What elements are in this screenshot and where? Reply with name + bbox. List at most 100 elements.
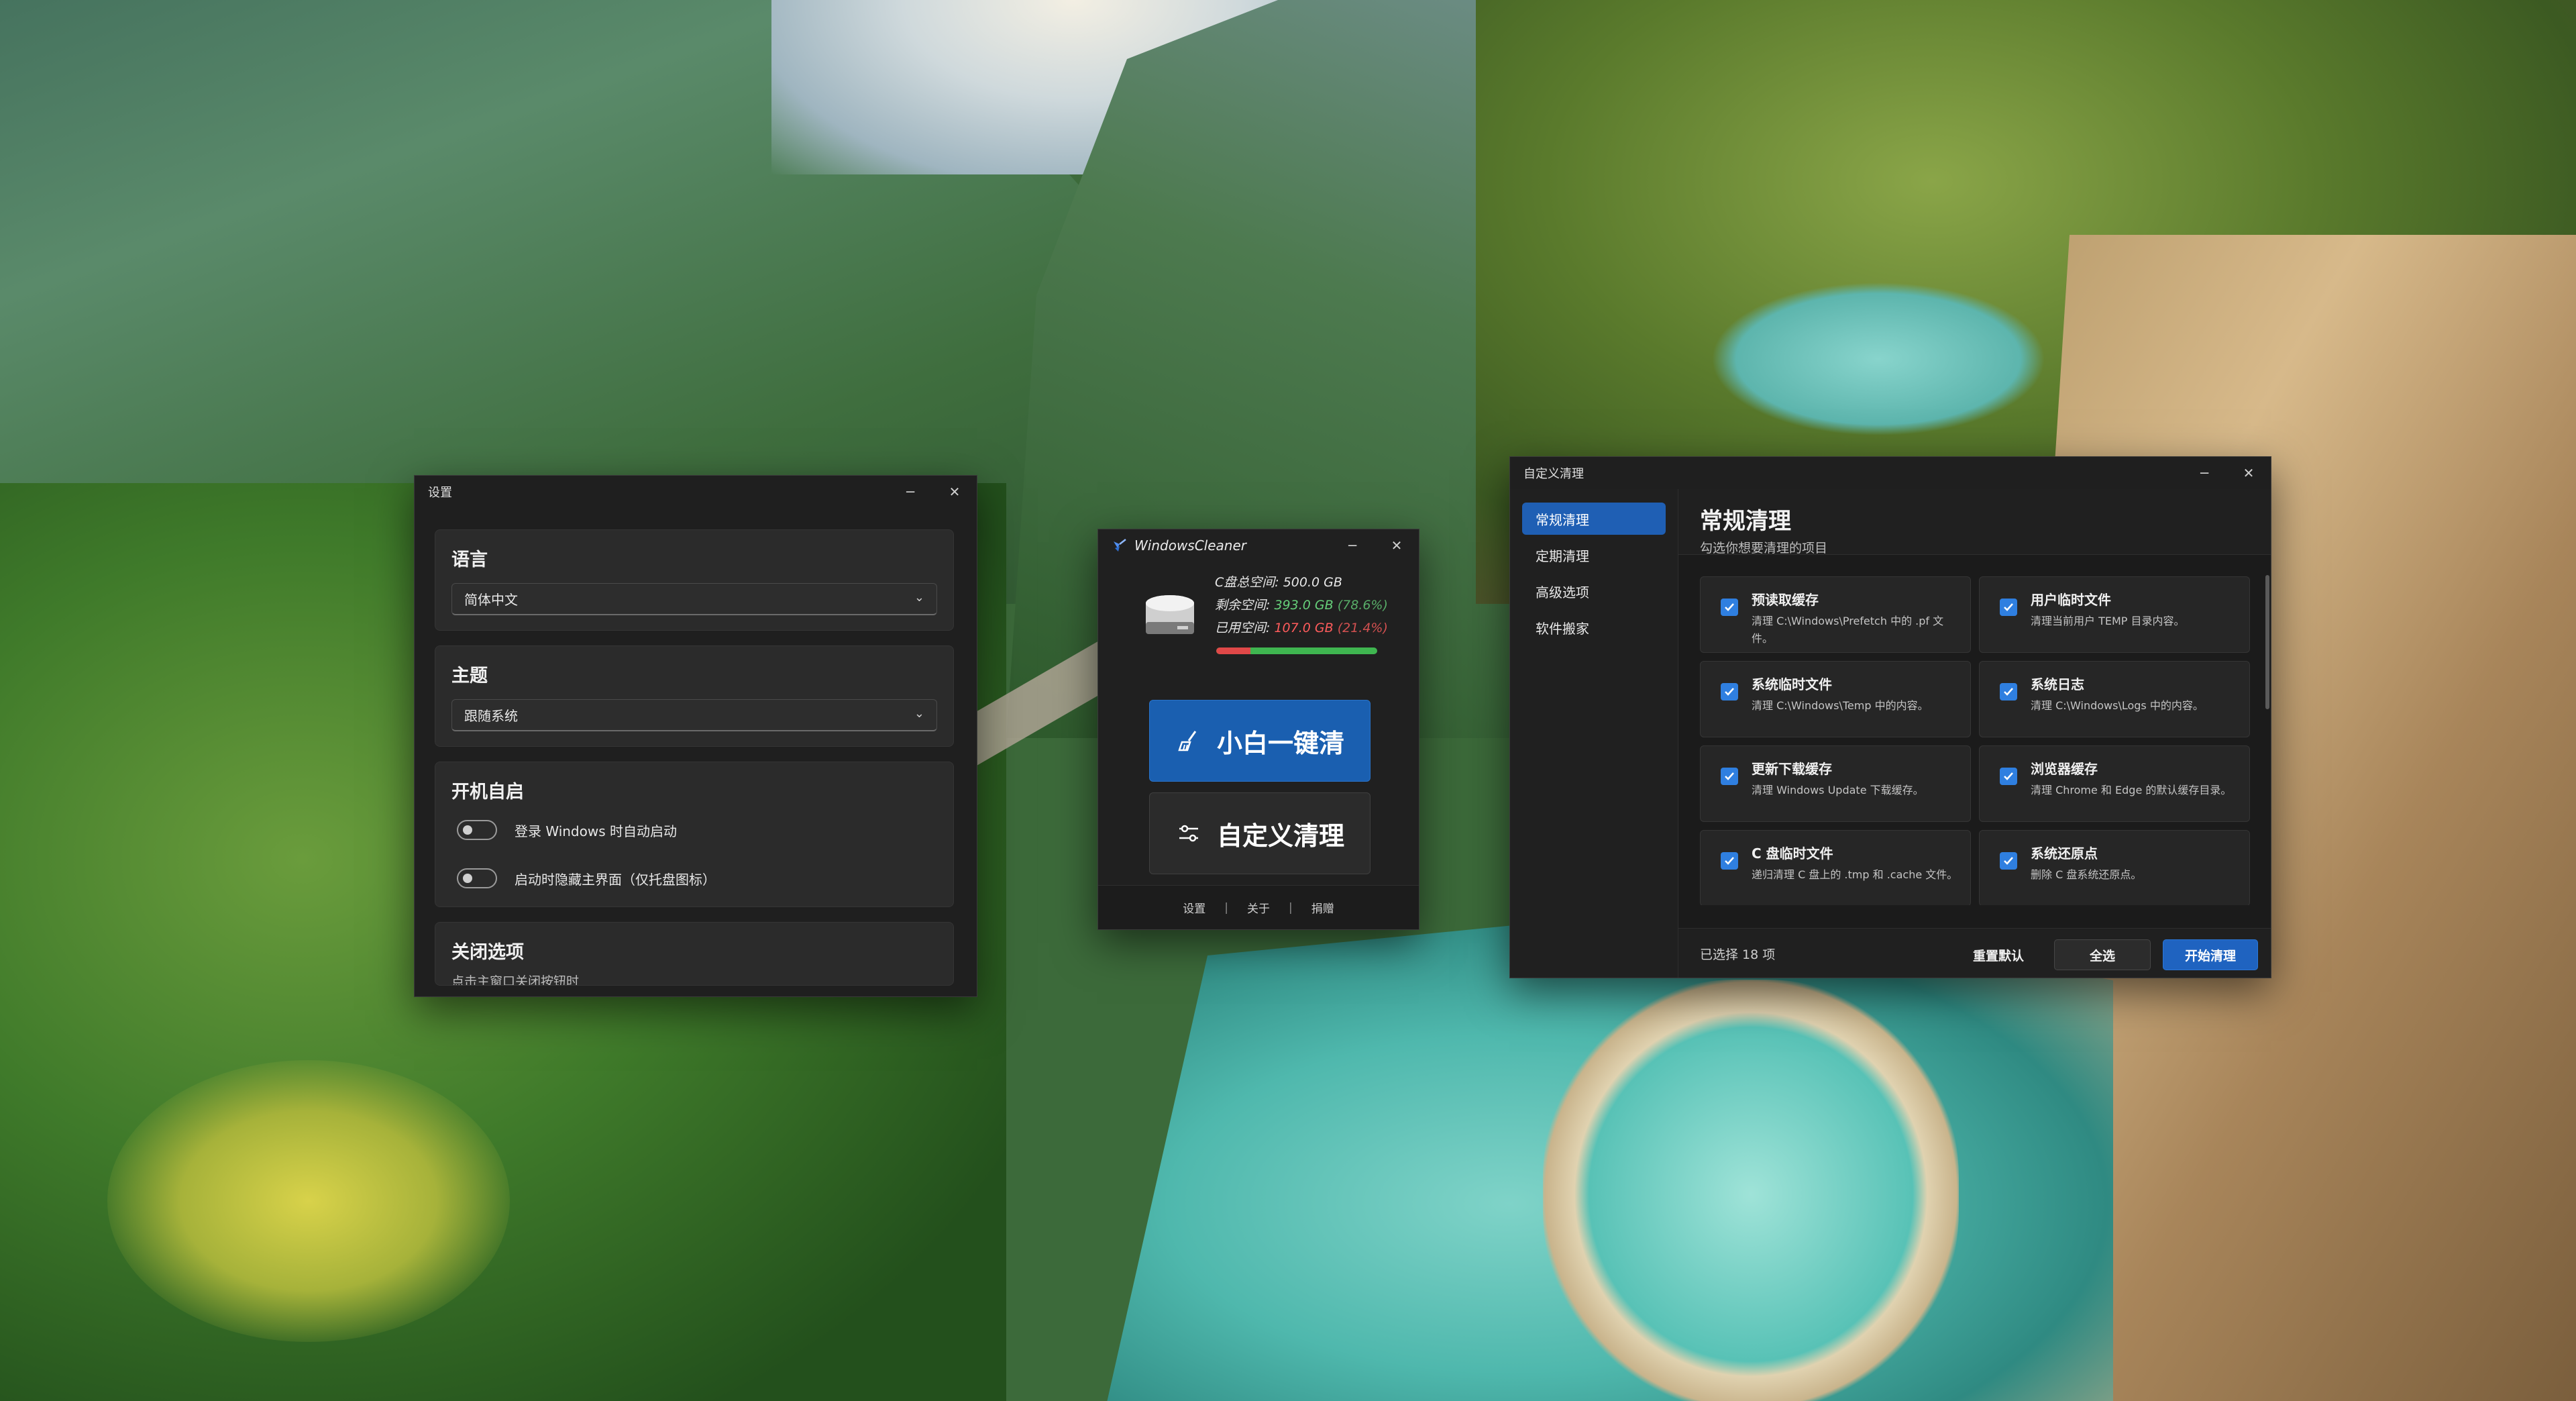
quick-clean-button[interactable]: 小白一键清 (1149, 700, 1371, 782)
close-options-card: 关闭选项 点击主窗口关闭按钮时 (435, 922, 954, 986)
reset-default-button[interactable]: 重置默认 (1955, 939, 2042, 970)
hard-drive-icon (1146, 595, 1194, 634)
used-value: 107.0 GB (1274, 621, 1334, 635)
startup-title: 开机自启 (451, 782, 524, 802)
checkmark-icon (1725, 857, 1734, 865)
chevron-down-icon: ⌄ (914, 590, 924, 605)
main-titlebar[interactable]: WindowsCleaner ─ ✕ (1098, 529, 1419, 562)
checkbox[interactable] (1721, 683, 1738, 701)
broom-app-icon (1114, 539, 1126, 552)
close-button[interactable]: ✕ (932, 476, 977, 508)
minimize-button[interactable]: ─ (1330, 529, 1375, 562)
clean-item[interactable]: 预读取缓存清理 C:\Windows\Prefetch 中的 .pf 文件。 (1700, 576, 1971, 653)
content-subtitle: 勾选你想要清理的项目 (1700, 541, 1828, 556)
custom-clean-button[interactable]: 自定义清理 (1149, 792, 1371, 874)
clean-item-desc: 清理 C:\Windows\Prefetch 中的 .pf 文件。 (1752, 615, 1944, 645)
chevron-down-icon: ⌄ (914, 707, 924, 721)
footer-settings-link[interactable]: 设置 (1183, 899, 1205, 916)
clean-item-desc: 清理 Chrome 和 Edge 的默认缓存目录。 (2031, 784, 2232, 796)
clean-item-title: 系统临时文件 (1752, 676, 1832, 692)
minimize-icon: ─ (1348, 537, 1357, 554)
checkbox[interactable] (1721, 852, 1738, 870)
checkmark-icon (1725, 603, 1734, 611)
nav-advanced-options[interactable]: 高级选项 (1522, 575, 1666, 607)
disk-usage-used-fill (1216, 647, 1251, 654)
checkbox[interactable] (2000, 768, 2017, 785)
footer-separator: | (1224, 900, 1228, 915)
scrollbar[interactable] (2265, 575, 2269, 709)
start-clean-button[interactable]: 开始清理 (2163, 939, 2258, 970)
checkmark-icon (2004, 603, 2013, 611)
main-footer: 设置 | 关于 | 捐赠 (1098, 885, 1419, 929)
free-percent: (78.6%) (1337, 598, 1388, 613)
clean-item[interactable]: 系统临时文件清理 C:\Windows\Temp 中的内容。 (1700, 661, 1971, 737)
minimize-button[interactable]: ─ (888, 476, 932, 508)
clean-item-desc: 清理当前用户 TEMP 目录内容。 (2031, 615, 2185, 627)
minimize-button[interactable]: ─ (2182, 457, 2226, 489)
theme-value: 跟随系统 (464, 708, 518, 724)
language-title: 语言 (451, 550, 488, 570)
clean-item-title: 系统日志 (2031, 676, 2084, 692)
clean-item-title: 预读取缓存 (1752, 592, 1819, 608)
free-label: 剩余空间: (1215, 598, 1275, 613)
nav-regular-clean[interactable]: 常规清理 (1522, 503, 1666, 535)
close-options-title: 关闭选项 (451, 942, 524, 963)
language-value: 简体中文 (464, 592, 518, 608)
clean-item[interactable]: C 盘临时文件 递归清理 C 盘上的 .tmp 和 .cache 文件。 (1700, 830, 1971, 905)
settings-titlebar[interactable]: 设置 ─ ✕ (415, 476, 977, 508)
close-button[interactable]: ✕ (2226, 457, 2271, 489)
minimize-icon: ─ (2200, 465, 2209, 481)
settings-window: 设置 ─ ✕ 语言 简体中文 ⌄ 主题 跟随系统 ⌄ 开机自启 登录 Windo… (414, 475, 977, 997)
checkmark-icon (1725, 772, 1734, 780)
hide-main-label: 启动时隐藏主界面（仅托盘图标） (515, 871, 716, 888)
clean-item-desc: 删除 C 盘系统还原点。 (2031, 868, 2142, 881)
checkbox[interactable] (2000, 683, 2017, 701)
used-percent: (21.4%) (1337, 621, 1388, 635)
wallpaper-pool-terrace (1543, 980, 1959, 1401)
clean-item-title: 浏览器缓存 (2031, 761, 2098, 777)
content-header: 常规清理 勾选你想要清理的项目 (1678, 489, 2271, 556)
checkbox[interactable] (2000, 599, 2017, 616)
quick-clean-label: 小白一键清 (1216, 728, 1344, 758)
clean-item[interactable]: 系统日志 清理 C:\Windows\Logs 中的内容。 (1979, 661, 2250, 737)
autostart-toggle[interactable] (457, 820, 497, 840)
theme-select[interactable]: 跟随系统 ⌄ (451, 699, 937, 731)
theme-title: 主题 (451, 666, 488, 686)
clean-item-title: 系统还原点 (2031, 845, 2098, 862)
close-options-subtitle: 点击主窗口关闭按钮时 (451, 974, 580, 985)
clean-item-title: 更新下载缓存 (1752, 761, 1832, 777)
footer-about-link[interactable]: 关于 (1247, 899, 1270, 916)
clean-item[interactable]: 系统还原点删除 C 盘系统还原点。 (1979, 830, 2250, 905)
broom-icon (1178, 731, 1197, 751)
close-button[interactable]: ✕ (1375, 529, 1419, 562)
language-select[interactable]: 简体中文 ⌄ (451, 583, 937, 615)
clean-item-title: C 盘临时文件 (1752, 845, 1833, 862)
hide-main-row: 启动时隐藏主界面（仅托盘图标） (451, 854, 937, 902)
clean-item-title: 用户临时文件 (2031, 592, 2111, 608)
custom-clean-label: 自定义清理 (1216, 821, 1344, 851)
checkbox[interactable] (1721, 768, 1738, 785)
clean-item[interactable]: 更新下载缓存 清理 Windows Update 下载缓存。 (1700, 745, 1971, 822)
disk-usage-bar (1216, 647, 1377, 654)
close-icon: ✕ (2243, 465, 2255, 481)
hide-main-toggle[interactable] (457, 868, 497, 888)
checkmark-icon (2004, 688, 2013, 696)
custom-titlebar[interactable]: 自定义清理 ─ ✕ (1510, 457, 2271, 489)
clean-item-desc: 清理 C:\Windows\Temp 中的内容。 (1752, 699, 1929, 712)
total-label: C盘总空间: (1215, 575, 1283, 590)
clean-items-grid: 预读取缓存 清理 C:\Windows\Prefetch 中的 .pf 文件。 用户… (1700, 576, 2250, 905)
disk-stats: C盘总空间: 500.0 GB 剩余空间: 393.0 GB (78.6%) 已… (1215, 571, 1388, 639)
checkbox[interactable] (2000, 852, 2017, 870)
nav-scheduled-clean[interactable]: 定期清理 (1522, 539, 1666, 571)
custom-sidebar: 常规清理 定期清理 高级选项 软件搬家 (1510, 489, 1678, 978)
checkbox[interactable] (1721, 599, 1738, 616)
free-value: 393.0 GB (1274, 598, 1334, 613)
custom-clean-window: 自定义清理 ─ ✕ 常规清理 定期清理 高级选项 软件搬家 常规清理 勾选你想要… (1509, 456, 2271, 978)
clean-item[interactable]: 用户临时文件清理当前用户 TEMP 目录内容。 (1979, 576, 2250, 653)
nav-software-move[interactable]: 软件搬家 (1522, 611, 1666, 643)
settings-window-title: 设置 (428, 486, 452, 500)
footer-donate-link[interactable]: 捐赠 (1311, 899, 1334, 916)
clean-item[interactable]: 浏览器缓存清理 Chrome 和 Edge 的默认缓存目录。 (1979, 745, 2250, 822)
select-all-button[interactable]: 全选 (2054, 939, 2151, 970)
checkmark-icon (2004, 857, 2013, 865)
